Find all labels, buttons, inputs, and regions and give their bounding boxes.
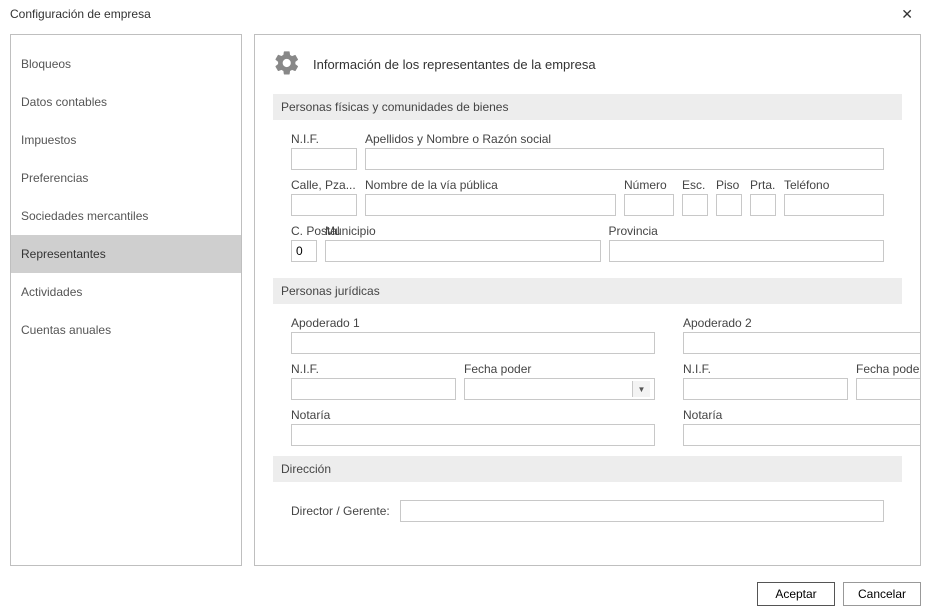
apoderado1-notaria-label: Notaría bbox=[291, 408, 655, 422]
piso-field[interactable] bbox=[716, 194, 742, 216]
director-label: Director / Gerente: bbox=[291, 504, 390, 518]
apoderado2-nombre-field[interactable] bbox=[683, 332, 921, 354]
apoderado2-nif-label: N.I.F. bbox=[683, 362, 848, 376]
provincia-label: Provincia bbox=[609, 224, 885, 238]
window-title: Configuración de empresa bbox=[10, 7, 151, 21]
sidebar-item-representantes[interactable]: Representantes bbox=[11, 235, 241, 273]
esc-field[interactable] bbox=[682, 194, 708, 216]
cpostal-label: C. Postal bbox=[291, 224, 317, 238]
fisicas-form: N.I.F. Apellidos y Nombre o Razón social… bbox=[273, 132, 902, 278]
apoderado2-notaria-field[interactable] bbox=[683, 424, 921, 446]
apoderado2-fecha-field[interactable] bbox=[861, 381, 921, 397]
apoderado2-fecha-combo[interactable]: ▼ bbox=[856, 378, 921, 400]
prta-label: Prta. bbox=[750, 178, 776, 192]
municipio-label: Municipio bbox=[325, 224, 601, 238]
main-panel: Información de los representantes de la … bbox=[254, 34, 921, 566]
apoderado2-fecha-label: Fecha poder bbox=[856, 362, 921, 376]
cancel-button[interactable]: Cancelar bbox=[843, 582, 921, 606]
section-title-fisicas: Personas físicas y comunidades de bienes bbox=[273, 94, 902, 120]
panel-header: Información de los representantes de la … bbox=[273, 49, 902, 80]
nif-field[interactable] bbox=[291, 148, 357, 170]
sidebar-item-actividades[interactable]: Actividades bbox=[11, 273, 241, 311]
apoderado1-label: Apoderado 1 bbox=[291, 316, 655, 330]
calle-label: Calle, Pza... bbox=[291, 178, 357, 192]
close-icon[interactable]: ✕ bbox=[893, 3, 921, 25]
apoderado1-nif-field[interactable] bbox=[291, 378, 456, 400]
municipio-field[interactable] bbox=[325, 240, 601, 262]
apoderado1-notaria-field[interactable] bbox=[291, 424, 655, 446]
footer: Aceptar Cancelar bbox=[757, 582, 921, 606]
apoderado1-nif-label: N.I.F. bbox=[291, 362, 456, 376]
nif-label: N.I.F. bbox=[291, 132, 357, 146]
accept-button[interactable]: Aceptar bbox=[757, 582, 835, 606]
prta-field[interactable] bbox=[750, 194, 776, 216]
sidebar-item-datos-contables[interactable]: Datos contables bbox=[11, 83, 241, 121]
direccion-row: Director / Gerente: bbox=[273, 494, 902, 522]
apellidos-label: Apellidos y Nombre o Razón social bbox=[365, 132, 884, 146]
sidebar-item-impuestos[interactable]: Impuestos bbox=[11, 121, 241, 159]
apoderado1-nombre-field[interactable] bbox=[291, 332, 655, 354]
telefono-label: Teléfono bbox=[784, 178, 884, 192]
apoderado1-fecha-field[interactable] bbox=[469, 381, 632, 397]
section-title-juridicas: Personas jurídicas bbox=[273, 278, 902, 304]
section-title-direccion: Dirección bbox=[273, 456, 902, 482]
cpostal-field[interactable] bbox=[291, 240, 317, 262]
esc-label: Esc. bbox=[682, 178, 708, 192]
sidebar-item-sociedades-mercantiles[interactable]: Sociedades mercantiles bbox=[11, 197, 241, 235]
numero-field[interactable] bbox=[624, 194, 674, 216]
sidebar: Bloqueos Datos contables Impuestos Prefe… bbox=[10, 34, 242, 566]
gear-icon bbox=[273, 49, 301, 80]
apoderado1-fecha-label: Fecha poder bbox=[464, 362, 655, 376]
apoderado2-nif-field[interactable] bbox=[683, 378, 848, 400]
sidebar-item-bloqueos[interactable]: Bloqueos bbox=[11, 45, 241, 83]
apoderado1-column: Apoderado 1 N.I.F. Fecha poder ▼ bbox=[291, 316, 655, 446]
calle-field[interactable] bbox=[291, 194, 357, 216]
apoderado2-label: Apoderado 2 bbox=[683, 316, 921, 330]
piso-label: Piso bbox=[716, 178, 742, 192]
numero-label: Número bbox=[624, 178, 674, 192]
apoderado2-notaria-label: Notaría bbox=[683, 408, 921, 422]
provincia-field[interactable] bbox=[609, 240, 885, 262]
via-field[interactable] bbox=[365, 194, 616, 216]
apoderado2-column: Apoderado 2 N.I.F. Fecha poder ▼ bbox=[683, 316, 921, 446]
apellidos-field[interactable] bbox=[365, 148, 884, 170]
telefono-field[interactable] bbox=[784, 194, 884, 216]
sidebar-item-preferencias[interactable]: Preferencias bbox=[11, 159, 241, 197]
apoderado1-fecha-combo[interactable]: ▼ bbox=[464, 378, 655, 400]
sidebar-item-cuentas-anuales[interactable]: Cuentas anuales bbox=[11, 311, 241, 349]
content: Bloqueos Datos contables Impuestos Prefe… bbox=[0, 28, 931, 574]
chevron-down-icon[interactable]: ▼ bbox=[632, 381, 650, 397]
titlebar: Configuración de empresa ✕ bbox=[0, 0, 931, 28]
juridicas-form: Apoderado 1 N.I.F. Fecha poder ▼ bbox=[273, 316, 902, 456]
panel-title: Información de los representantes de la … bbox=[313, 57, 596, 72]
director-field[interactable] bbox=[400, 500, 884, 522]
via-label: Nombre de la vía pública bbox=[365, 178, 616, 192]
